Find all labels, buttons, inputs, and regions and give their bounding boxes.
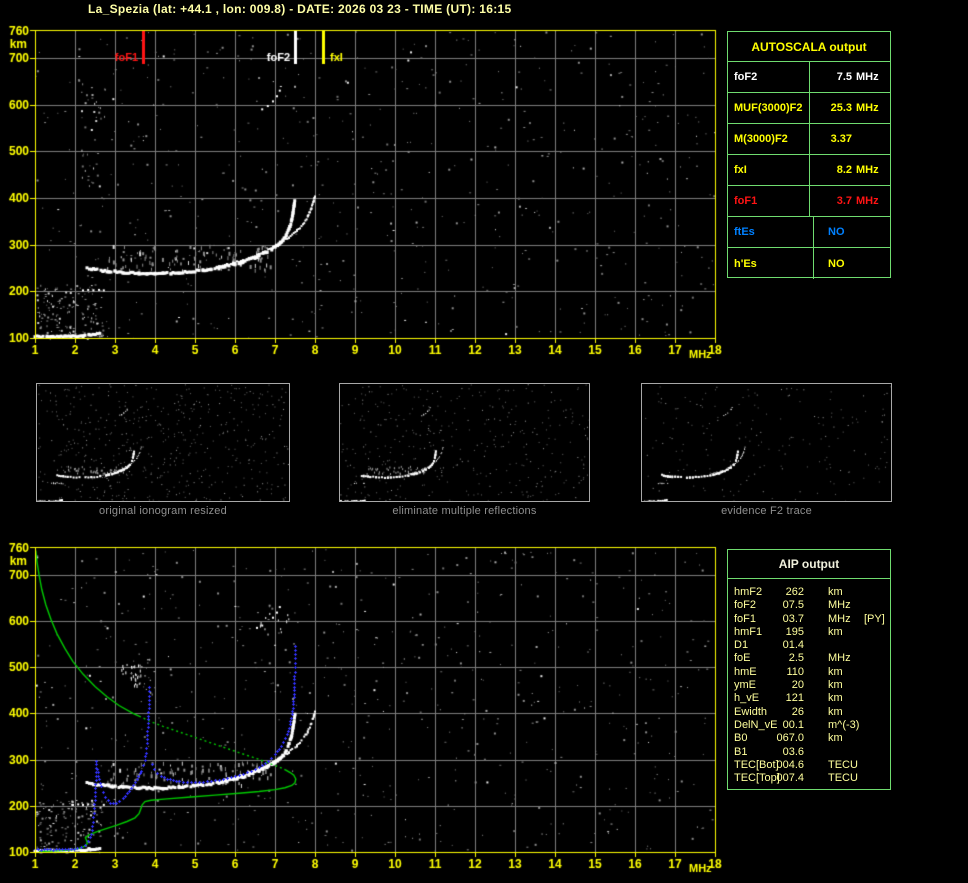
param-value: 8.2 — [810, 164, 852, 176]
station-date-title: La_Spezia (lat: +44.1 , lon: 009.8) - DA… — [88, 2, 511, 16]
aip-row-hmF1: hmF1195km — [728, 626, 890, 639]
aip-row-foE: foE 2.5 MHz — [728, 652, 890, 665]
param-value: 7.5 — [810, 71, 852, 83]
param-label: hmE — [734, 666, 757, 678]
param-note: [PY] — [864, 613, 885, 625]
param-unit: km — [828, 626, 843, 638]
param-unit: MHz — [828, 613, 851, 625]
autoscala-row-ftEs: ftEsNO — [728, 217, 890, 248]
param-value: 03.6 — [758, 746, 804, 758]
param-unit: MHz — [828, 599, 851, 611]
param-label: foF2 — [734, 599, 756, 611]
aip-row-h_vE: h_vE121 km — [728, 692, 890, 705]
bottom-ionogram-chart — [0, 537, 722, 882]
param-value: 25.3 — [810, 102, 852, 114]
param-unit: km — [828, 732, 843, 744]
param-unit: km — [828, 706, 843, 718]
param-value: 20 — [758, 679, 804, 691]
param-label: foF1 — [734, 613, 756, 625]
thumbnail-evidence-f2 — [641, 383, 892, 502]
aip-table-header: AIP output — [728, 550, 890, 579]
param-value: 067.0 — [758, 732, 804, 744]
aip-table-body: hmF2262kmfoF207.5MHzfoF103.7MHz[PY]hmF11… — [728, 579, 890, 785]
autoscala-output-table: AUTOSCALA output foF27.5MHzMUF(3000)F225… — [727, 31, 891, 278]
param-label: B0 — [734, 732, 747, 744]
param-value: 004.6 — [758, 759, 804, 771]
param-value: 007.4 — [758, 772, 804, 784]
thumbnail-eliminate-canvas — [340, 384, 589, 501]
param-unit: MHz — [828, 652, 851, 664]
thumbnail-original-ionogram — [36, 383, 290, 502]
param-label: foF1 — [728, 186, 810, 216]
param-label: ftEs — [728, 217, 814, 247]
param-unit: MHz — [856, 102, 890, 114]
param-value: 3.7 — [810, 195, 852, 207]
param-label: foE — [734, 652, 751, 664]
thumbnail-evidence-canvas — [642, 384, 891, 501]
aip-row-hmF2: hmF2262km — [728, 586, 890, 599]
param-unit: km — [828, 692, 843, 704]
autoscala-row-MUF(3000)F2: MUF(3000)F225.3 MHz — [728, 93, 890, 124]
aip-row-hmE: hmE110 km — [728, 666, 890, 679]
param-label: D1 — [734, 639, 748, 651]
aip-row-TEC[Bot]: TEC[Bot]004.6TECU — [728, 759, 890, 772]
autoscala-window: La_Spezia (lat: +44.1 , lon: 009.8) - DA… — [0, 0, 968, 883]
thumbnail-caption-evidence: evidence F2 trace — [641, 505, 892, 519]
param-unit: TECU — [828, 772, 858, 784]
param-unit: km — [828, 679, 843, 691]
param-value: 2.5 — [758, 652, 804, 664]
param-value: 00.1 — [758, 719, 804, 731]
aip-row-TEC[Top]: TEC[Top]007.4TECU — [728, 772, 890, 785]
param-unit: TECU — [828, 759, 858, 771]
param-unit: MHz — [856, 164, 890, 176]
param-value: 01.4 — [758, 639, 804, 651]
thumbnail-eliminate-reflections — [339, 383, 590, 502]
top-ionogram-chart — [0, 20, 722, 365]
thumbnail-caption-eliminate: eliminate multiple reflections — [339, 505, 590, 519]
aip-row-D1: D1 01.4 — [728, 639, 890, 652]
param-value: 03.7 — [758, 613, 804, 625]
param-label: h'Es — [728, 248, 814, 279]
param-value: 110 — [758, 666, 804, 678]
param-value: 262 — [758, 586, 804, 598]
param-unit: km — [828, 666, 843, 678]
autoscala-row-foF1: foF13.7 MHz — [728, 186, 890, 217]
param-value: 07.5 — [758, 599, 804, 611]
aip-row-foF2: foF207.5 MHz — [728, 599, 890, 612]
autoscala-row-M(3000)F2: M(3000)F23.37 — [728, 124, 890, 155]
autoscala-row-h'Es: h'EsNO — [728, 248, 890, 279]
param-label: foF2 — [728, 62, 810, 92]
aip-output-table: AIP output hmF2262kmfoF207.5MHzfoF103.7M… — [727, 549, 891, 790]
autoscala-row-fxI: fxI8.2 MHz — [728, 155, 890, 186]
aip-row-ymE: ymE20 km — [728, 679, 890, 692]
thumbnail-original-canvas — [37, 384, 289, 501]
param-value: 195 — [758, 626, 804, 638]
autoscala-table-header: AUTOSCALA output — [728, 32, 890, 62]
param-label: fxI — [728, 155, 810, 185]
param-label: B1 — [734, 746, 747, 758]
param-value: NO — [814, 258, 845, 270]
autoscala-row-foF2: foF27.5 MHz — [728, 62, 890, 93]
param-value: 26 — [758, 706, 804, 718]
param-label: h_vE — [734, 692, 759, 704]
param-unit: m^(-3) — [828, 719, 859, 731]
aip-row-foF1: foF103.7 MHz [PY] — [728, 613, 890, 626]
param-value: 121 — [758, 692, 804, 704]
param-label: ymE — [734, 679, 756, 691]
thumbnail-caption-original: original ionogram resized — [36, 505, 290, 519]
aip-row-B0: B0 067.0 km — [728, 732, 890, 745]
param-unit: km — [828, 586, 843, 598]
param-unit: MHz — [856, 71, 890, 83]
aip-row-Ewidth: Ewidth26km — [728, 706, 890, 719]
aip-row-B1: B1 03.6 — [728, 746, 890, 759]
param-label: MUF(3000)F2 — [728, 93, 810, 123]
autoscala-table-body: foF27.5 MHz MUF(3000)F225.3 MHz M(3000)F23.3… — [728, 62, 890, 279]
param-label: M(3000)F2 — [728, 124, 810, 154]
param-unit: MHz — [856, 195, 890, 207]
aip-row-DelN_vE: DelN_vE00.1m^(-3) — [728, 719, 890, 732]
param-value: NO — [814, 226, 845, 238]
param-value: 3.37 — [810, 133, 852, 145]
